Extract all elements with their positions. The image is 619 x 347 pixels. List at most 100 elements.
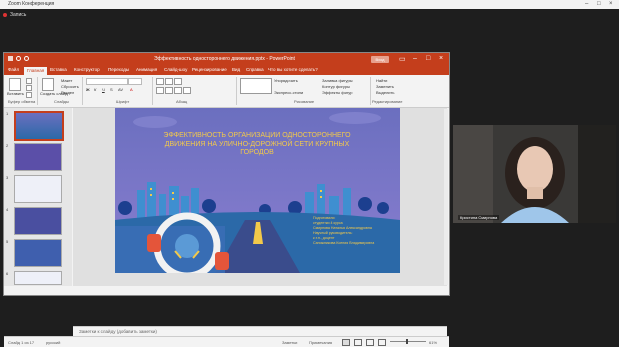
find-button[interactable]: Найти [376, 78, 387, 83]
underline-button[interactable]: Ч [102, 87, 105, 92]
prepared-by-line: Сапожникова Ксения Владимировна [313, 241, 375, 245]
divider [370, 77, 371, 105]
shapes-gallery[interactable] [240, 78, 272, 94]
align-left-icon[interactable] [156, 87, 164, 94]
redo-icon[interactable] [24, 56, 29, 61]
tab-transitions[interactable]: Переходы [108, 67, 129, 72]
window-title: Эффективность одностороннего движения.pp… [154, 56, 295, 62]
record-icon [3, 13, 7, 17]
shadow-button[interactable]: S [110, 87, 113, 92]
bold-button[interactable]: Ж [86, 87, 90, 92]
conference-subbar: Запись [0, 9, 619, 21]
status-bar: Слайд 1 из 17 русский Заметки Примечания… [4, 336, 449, 347]
font-name-field[interactable] [86, 78, 128, 85]
zoom-level[interactable]: 61% [429, 340, 437, 345]
tab-view[interactable]: Вид [232, 67, 240, 72]
slide-thumbnail-2[interactable] [14, 143, 62, 171]
tab-animations[interactable]: Анимация [136, 67, 157, 72]
webcam-video[interactable]: Кристина Смирнова [453, 125, 616, 223]
paste-icon[interactable] [9, 78, 21, 91]
tab-review[interactable]: Рецензирование [192, 67, 227, 72]
vertical-scrollbar[interactable] [444, 109, 448, 285]
numbering-icon[interactable] [165, 78, 173, 85]
font-size-field[interactable] [128, 78, 142, 85]
shape-outline-button[interactable]: Контур фигуры [322, 84, 350, 89]
minimize-icon[interactable]: – [585, 1, 588, 8]
spacing-button[interactable]: AV [118, 87, 123, 92]
slideshow-icon[interactable] [378, 339, 386, 346]
slide-counter: Слайд 1 из 17 [8, 340, 35, 345]
align-right-icon[interactable] [174, 87, 182, 94]
font-color-button[interactable]: A [130, 87, 133, 92]
group-editing: Редактирование [372, 99, 403, 104]
shape-fill-button[interactable]: Заливка фигуры [322, 78, 353, 83]
arrange-button[interactable]: Упорядочить [274, 78, 298, 83]
face [517, 146, 553, 192]
notes-button[interactable]: Заметки [282, 340, 297, 345]
left-hand [147, 234, 161, 252]
slide-thumbnail-5[interactable] [14, 239, 62, 267]
conference-title: Zoom Конференция [8, 1, 55, 7]
close-icon[interactable]: × [439, 55, 443, 62]
tell-me-search[interactable]: Что вы хотите сделать? [268, 67, 318, 72]
group-drawing: Рисование [294, 99, 315, 104]
tab-insert[interactable]: Вставка [50, 67, 67, 72]
replace-button[interactable]: Заменить [376, 84, 394, 89]
section-button[interactable]: Раздел [61, 90, 74, 95]
divider [152, 77, 153, 105]
comments-button[interactable]: Примечания [309, 340, 332, 345]
notes-pane[interactable]: Заметки к слайду (добавить заметки) [73, 326, 447, 336]
copy-icon[interactable] [26, 85, 32, 91]
language-indicator[interactable]: русский [46, 340, 60, 345]
divider [37, 77, 38, 105]
minimize-icon[interactable]: – [413, 55, 417, 62]
undo-icon[interactable] [16, 56, 21, 61]
normal-view-icon[interactable] [342, 339, 350, 346]
close-icon[interactable]: × [609, 1, 613, 8]
save-icon[interactable] [8, 56, 13, 61]
maximize-icon[interactable]: □ [426, 55, 430, 62]
tab-slideshow[interactable]: Слайд-шоу [164, 67, 187, 72]
shape-effects-button[interactable]: Эффекты фигур [322, 90, 352, 95]
maximize-icon[interactable]: □ [597, 1, 601, 8]
paste-button[interactable]: Вставить [7, 91, 24, 96]
reset-button[interactable]: Сбросить [61, 84, 79, 89]
bullets-icon[interactable] [156, 78, 164, 85]
align-center-icon[interactable] [165, 87, 173, 94]
slide-sorter-icon[interactable] [354, 339, 362, 346]
webcam-feed [453, 125, 616, 223]
divider [82, 77, 83, 105]
slide-title: ЭФФЕКТИВНОСТЬ ОРГАНИЗАЦИИ ОДНОСТОРОННЕГО… [163, 132, 351, 156]
slide-thumbnail-1[interactable] [14, 111, 64, 141]
slide-thumbnails-pane[interactable]: 1 2 3 4 5 6 [4, 108, 72, 286]
thumb-number: 3 [6, 175, 9, 180]
tab-help[interactable]: Справка [246, 67, 264, 72]
group-font: Шрифт [116, 99, 130, 104]
slide-thumbnail-3[interactable] [14, 175, 62, 203]
thumb-number: 6 [6, 271, 9, 276]
slide-thumbnail-6[interactable] [14, 271, 62, 285]
cut-icon[interactable] [26, 78, 32, 84]
justify-icon[interactable] [183, 87, 191, 94]
select-button[interactable]: Выделить [376, 90, 394, 95]
tab-home[interactable]: Главная [24, 67, 48, 75]
group-slides: Слайды [54, 99, 69, 104]
layout-button[interactable]: Макет [61, 78, 72, 83]
reading-view-icon[interactable] [366, 339, 374, 346]
sign-in-button[interactable]: Вход [371, 56, 389, 63]
slide-thumbnail-4[interactable] [14, 207, 62, 235]
zoom-slider[interactable] [390, 341, 426, 342]
notes-placeholder: Заметки к слайду (добавить заметки) [79, 329, 157, 334]
current-slide[interactable]: ЭФФЕКТИВНОСТЬ ОРГАНИЗАЦИИ ОДНОСТОРОННЕГО… [115, 108, 400, 280]
format-painter-icon[interactable] [26, 92, 32, 98]
indent-icon[interactable] [174, 78, 182, 85]
tab-design[interactable]: Конструктор [74, 67, 100, 72]
new-slide-icon[interactable] [42, 78, 54, 91]
quick-styles-button[interactable]: Экспресс-стили [274, 90, 303, 95]
cloud [133, 116, 177, 128]
group-paragraph: Абзац [176, 99, 188, 104]
prepared-by-block: Подготовили: студентки 4 курса Смирнова … [313, 216, 399, 246]
tab-file[interactable]: Файл [8, 67, 19, 72]
italic-button[interactable]: К [94, 87, 96, 92]
ribbon-options-icon[interactable]: ▭ [399, 55, 406, 63]
